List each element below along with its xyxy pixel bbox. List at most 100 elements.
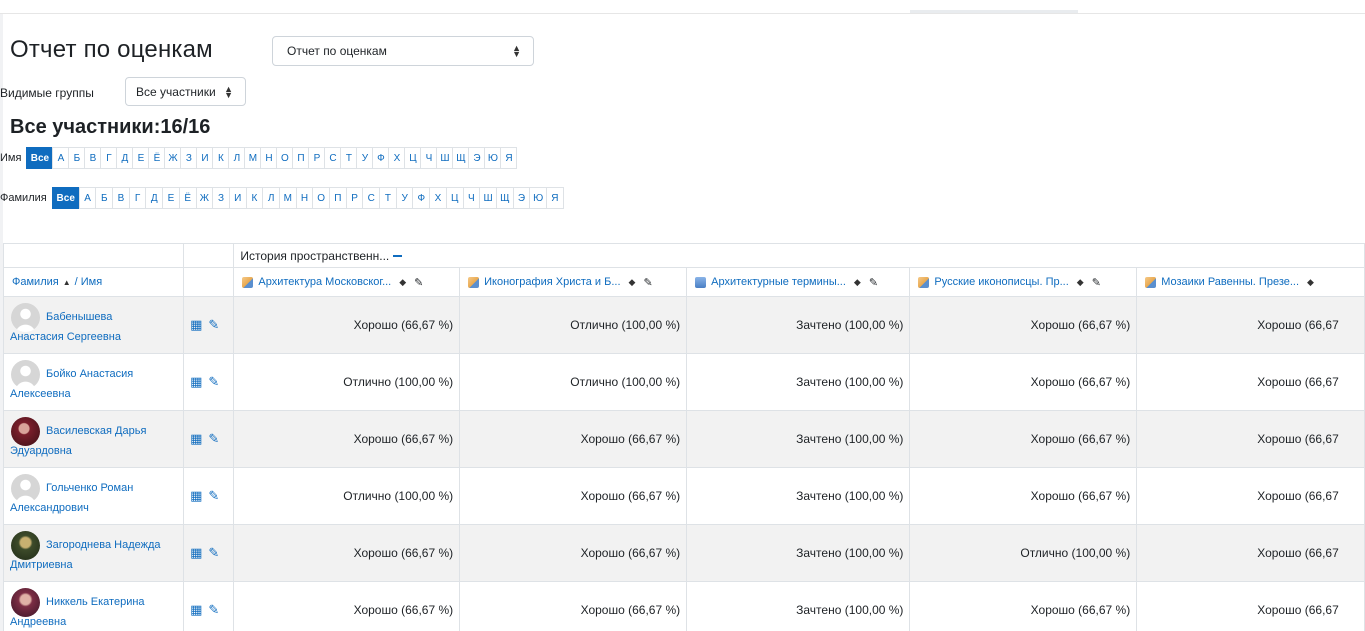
avatar[interactable] — [11, 474, 40, 503]
filter-letter-button[interactable]: Х — [388, 147, 406, 169]
single-view-table-icon[interactable]: ▦ — [190, 488, 202, 503]
avatar[interactable] — [11, 531, 40, 560]
grade-cell[interactable]: Хорошо (66,67 %) — [909, 467, 1138, 525]
filter-letter-button[interactable]: Б — [95, 187, 114, 209]
grade-cell[interactable]: Хорошо (66,67 %) — [233, 524, 461, 582]
grade-cell[interactable]: Хорошо (66,67 %) — [459, 467, 688, 525]
grade-item-link[interactable]: Русские иконописцы. Пр... — [934, 276, 1068, 288]
filter-letter-button[interactable]: Я — [545, 187, 564, 209]
edit-pencil-icon[interactable]: ✎ — [208, 431, 219, 446]
filter-letter-button[interactable]: М — [278, 187, 297, 209]
grade-cell[interactable]: Хорошо (66,67 — [1136, 524, 1365, 582]
grade-item-link[interactable]: Архитектура Московског... — [258, 276, 391, 288]
sort-icon[interactable]: ◆ — [399, 277, 406, 288]
filter-letter-button[interactable]: У — [356, 147, 374, 169]
filter-letter-button[interactable]: Г — [100, 147, 118, 169]
grade-cell[interactable]: Хорошо (66,67 %) — [909, 353, 1138, 411]
filter-letter-button[interactable]: Щ — [495, 187, 514, 209]
edit-pencil-icon[interactable]: ✎ — [1092, 276, 1101, 289]
filter-letter-button[interactable]: Л — [262, 187, 280, 209]
edit-pencil-icon[interactable]: ✎ — [414, 276, 423, 289]
grade-cell[interactable]: Зачтено (100,00 %) — [686, 467, 911, 525]
filter-letter-button[interactable]: Э — [468, 147, 486, 169]
filter-letter-button[interactable]: Ц — [404, 147, 422, 169]
single-view-table-icon[interactable]: ▦ — [190, 431, 202, 446]
grade-cell[interactable]: Хорошо (66,67 %) — [909, 581, 1138, 631]
grade-cell[interactable]: Отлично (100,00 %) — [233, 353, 461, 411]
edit-pencil-icon[interactable]: ✎ — [869, 276, 878, 289]
grade-cell[interactable]: Хорошо (66,67 %) — [233, 296, 461, 354]
grade-cell[interactable]: Зачтено (100,00 %) — [686, 524, 911, 582]
filter-letter-button[interactable]: Ю — [484, 147, 502, 169]
filter-letter-button[interactable]: Ч — [420, 147, 438, 169]
filter-letter-button[interactable]: Н — [260, 147, 278, 169]
sort-icon[interactable]: ◆ — [629, 277, 636, 288]
single-view-table-icon[interactable]: ▦ — [190, 545, 202, 560]
grade-cell[interactable]: Хорошо (66,67 %) — [233, 410, 461, 468]
sort-by-first-name-link[interactable]: Имя — [81, 276, 102, 288]
filter-letter-button[interactable]: И — [196, 147, 214, 169]
grade-cell[interactable]: Зачтено (100,00 %) — [686, 410, 911, 468]
grade-cell[interactable]: Хорошо (66,67 %) — [459, 410, 688, 468]
filter-letter-button[interactable]: Ш — [436, 147, 454, 169]
filter-letter-button[interactable]: А — [52, 147, 70, 169]
grade-cell[interactable]: Хорошо (66,67 — [1136, 581, 1365, 631]
filter-letter-button[interactable]: О — [312, 187, 331, 209]
filter-letter-button[interactable]: Ц — [445, 187, 464, 209]
sort-icon[interactable]: ◆ — [1077, 277, 1084, 288]
edit-pencil-icon[interactable]: ✎ — [208, 602, 219, 617]
filter-letter-button[interactable]: У — [395, 187, 414, 209]
grade-cell[interactable]: Отлично (100,00 %) — [233, 467, 461, 525]
grade-cell[interactable]: Хорошо (66,67 — [1136, 467, 1365, 525]
filter-letter-button[interactable]: Р — [308, 147, 326, 169]
single-view-table-icon[interactable]: ▦ — [190, 602, 202, 617]
filter-letter-button[interactable]: Ю — [529, 187, 547, 209]
grade-item-link[interactable]: Иконография Христа и Б... — [484, 276, 620, 288]
filter-letter-button[interactable]: Е — [162, 187, 180, 209]
sort-icon[interactable]: ◆ — [854, 277, 861, 288]
filter-letter-button[interactable]: Щ — [452, 147, 470, 169]
grade-cell[interactable]: Хорошо (66,67 — [1136, 353, 1365, 411]
collapse-minus-icon[interactable] — [393, 255, 403, 258]
edit-pencil-icon[interactable]: ✎ — [208, 488, 219, 503]
grade-cell[interactable]: Зачтено (100,00 %) — [686, 581, 911, 631]
grade-cell[interactable]: Отлично (100,00 %) — [909, 524, 1138, 582]
filter-letter-button[interactable]: С — [324, 147, 342, 169]
filter-letter-button[interactable]: Ф — [412, 187, 431, 209]
filter-letter-button[interactable]: Г — [128, 187, 147, 209]
filter-letter-button[interactable]: К — [245, 187, 264, 209]
filter-letter-button[interactable]: Ж — [195, 187, 214, 209]
filter-letter-button[interactable]: Д — [116, 147, 134, 169]
grade-cell[interactable]: Отлично (100,00 %) — [459, 296, 688, 354]
avatar[interactable] — [11, 303, 40, 332]
grade-cell[interactable]: Хорошо (66,67 — [1136, 410, 1365, 468]
sort-icon[interactable]: ◆ — [1307, 277, 1314, 288]
grade-cell[interactable]: Зачтено (100,00 %) — [686, 353, 911, 411]
grade-cell[interactable]: Хорошо (66,67 %) — [459, 524, 688, 582]
edit-pencil-icon[interactable]: ✎ — [643, 276, 652, 289]
filter-letter-button[interactable]: Л — [228, 147, 246, 169]
grade-cell[interactable]: Хорошо (66,67 — [1136, 296, 1365, 354]
filter-letter-button[interactable]: Э — [512, 187, 531, 209]
filter-letter-button[interactable]: Н — [295, 187, 314, 209]
filter-all-button[interactable]: Все — [51, 187, 80, 209]
avatar[interactable] — [11, 417, 40, 446]
filter-letter-button[interactable]: Т — [340, 147, 358, 169]
grade-item-link[interactable]: Архитектурные термины... — [711, 276, 846, 288]
filter-letter-button[interactable]: М — [244, 147, 262, 169]
filter-letter-button[interactable]: Е — [132, 147, 150, 169]
filter-letter-button[interactable]: О — [276, 147, 294, 169]
filter-letter-button[interactable]: З — [212, 187, 230, 209]
filter-letter-button[interactable]: Ё — [148, 147, 166, 169]
filter-letter-button[interactable]: П — [292, 147, 310, 169]
filter-letter-button[interactable]: Т — [379, 187, 397, 209]
filter-letter-button[interactable]: Р — [345, 187, 364, 209]
grade-cell[interactable]: Хорошо (66,67 %) — [909, 410, 1138, 468]
edit-pencil-icon[interactable]: ✎ — [208, 374, 219, 389]
filter-letter-button[interactable]: Б — [68, 147, 86, 169]
filter-letter-button[interactable]: К — [212, 147, 230, 169]
filter-all-button[interactable]: Все — [26, 147, 54, 169]
filter-letter-button[interactable]: В — [84, 147, 102, 169]
grade-cell[interactable]: Отлично (100,00 %) — [459, 353, 688, 411]
single-view-table-icon[interactable]: ▦ — [190, 317, 202, 332]
